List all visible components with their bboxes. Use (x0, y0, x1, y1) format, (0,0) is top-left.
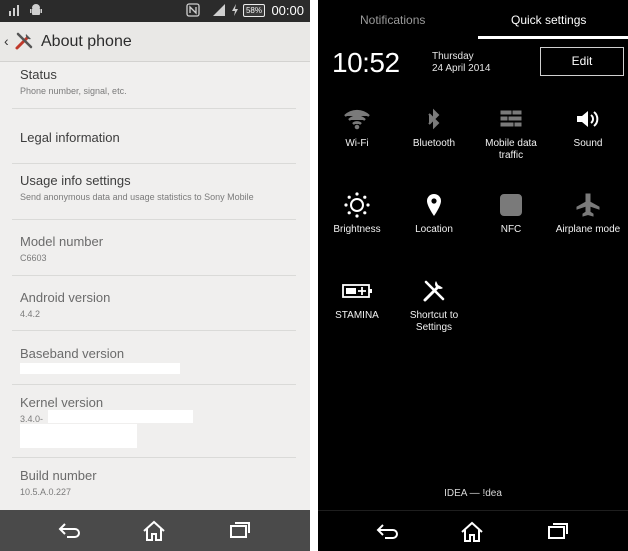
list-item-usage-info[interactable]: Usage info settings Send anonymous data … (20, 173, 296, 203)
navigation-bar (0, 510, 310, 551)
signal-strength-icon (212, 3, 226, 19)
redacted-value (20, 363, 180, 374)
list-item-model-number: Model number C6603 (20, 234, 296, 264)
android-icon (29, 3, 43, 19)
tab-notifications[interactable]: Notifications (360, 13, 425, 27)
back-chevron-icon[interactable]: ‹ (4, 33, 9, 49)
tile-brightness[interactable]: Brightness (319, 190, 395, 236)
item-title: Kernel version (20, 395, 104, 410)
tile-wifi[interactable]: Wi-Fi (319, 104, 395, 150)
item-subtitle: Phone number, signal, etc. (20, 86, 127, 96)
item-title: Android version (20, 290, 111, 305)
app-bar: ‹ About phone (0, 22, 310, 62)
item-value: 10.5.A.0.227 (20, 487, 72, 497)
tile-label: Location (415, 224, 453, 235)
item-subtitle: Send anonymous data and usage statistics… (20, 192, 254, 202)
tile-label: Wi-Fi (345, 138, 369, 149)
notification-tabs: Notifications Quick settings (318, 0, 628, 40)
tile-shortcut-settings[interactable]: Shortcut to Settings (396, 276, 472, 334)
item-title: Status (20, 67, 57, 82)
brightness-icon (319, 190, 395, 220)
tile-label: STAMINA (335, 310, 379, 321)
tile-label: Airplane mode (555, 224, 621, 235)
divider (12, 457, 296, 458)
divider (12, 330, 296, 331)
wifi-icon (319, 104, 395, 134)
redacted-value (20, 424, 137, 448)
tile-nfc[interactable]: NFC (473, 190, 549, 236)
battery-level: 58% (243, 4, 265, 17)
mobile-data-icon (473, 104, 549, 134)
redacted-value (48, 410, 193, 423)
signal-icon (8, 3, 20, 19)
clock-full-date: 24 April 2014 (432, 63, 491, 74)
active-tab-indicator (478, 36, 628, 39)
divider (12, 163, 296, 164)
settings-tools-icon (396, 276, 472, 306)
about-phone-screen: 58% 00:00 ‹ About phone Status Phone num… (0, 0, 310, 551)
tile-label: Shortcut to Settings (409, 310, 459, 333)
divider (12, 219, 296, 220)
tile-bluetooth[interactable]: Bluetooth (396, 104, 472, 150)
tile-airplane-mode[interactable]: Airplane mode (550, 190, 626, 236)
tile-mobile-data[interactable]: Mobile data traffic (473, 104, 549, 162)
tile-stamina[interactable]: STAMINA (319, 276, 395, 322)
location-icon (396, 190, 472, 220)
tab-quick-settings[interactable]: Quick settings (511, 13, 586, 27)
tile-label: Bluetooth (412, 138, 456, 149)
airplane-icon (550, 190, 626, 220)
tile-location[interactable]: Location (396, 190, 472, 236)
screenshot-composite: 58% 00:00 ‹ About phone Status Phone num… (0, 0, 628, 551)
sound-icon (550, 104, 626, 134)
item-value: 4.4.2 (20, 309, 41, 319)
item-value: C6603 (20, 253, 47, 263)
item-title: Build number (20, 468, 97, 483)
nfc-status-icon (186, 3, 200, 19)
clock-day: Thursday (432, 51, 474, 62)
list-item-legal[interactable]: Legal information (20, 130, 296, 145)
bluetooth-icon (396, 104, 472, 134)
item-title: Usage info settings (20, 173, 131, 188)
charging-icon (230, 3, 240, 19)
divider (12, 384, 296, 385)
tile-label: Brightness (333, 224, 381, 235)
clock-date: Thursday 24 April 2014 (432, 51, 490, 75)
list-item-android-version[interactable]: Android version 4.4.2 (20, 290, 296, 320)
list-item-baseband-version: Baseband version (20, 346, 296, 361)
tile-label: Sound (573, 138, 603, 149)
list-item-status[interactable]: Status Phone number, signal, etc. (20, 67, 296, 97)
item-title: Model number (20, 234, 104, 249)
status-bar: 58% 00:00 (0, 0, 310, 22)
list-item-build-number[interactable]: Build number 10.5.A.0.227 (20, 468, 296, 498)
item-title: Legal information (20, 130, 120, 145)
nfc-icon (473, 190, 549, 220)
navigation-bar (318, 510, 628, 551)
page-title: About phone (41, 33, 132, 50)
carrier-label: IDEA — !dea (444, 488, 502, 499)
tile-label: NFC (500, 224, 522, 235)
status-time: 00:00 (271, 3, 304, 18)
tile-sound[interactable]: Sound (550, 104, 626, 150)
edit-button[interactable]: Edit (540, 47, 624, 76)
clock-time: 10:52 (332, 47, 400, 78)
divider (12, 275, 296, 276)
tile-label: Mobile data traffic (485, 138, 537, 161)
quick-settings-screen: Notifications Quick settings 10:52 Thurs… (318, 0, 628, 551)
stamina-battery-icon (319, 276, 395, 306)
divider (12, 108, 296, 109)
item-title: Baseband version (20, 346, 125, 361)
settings-tools-icon[interactable] (13, 30, 35, 52)
